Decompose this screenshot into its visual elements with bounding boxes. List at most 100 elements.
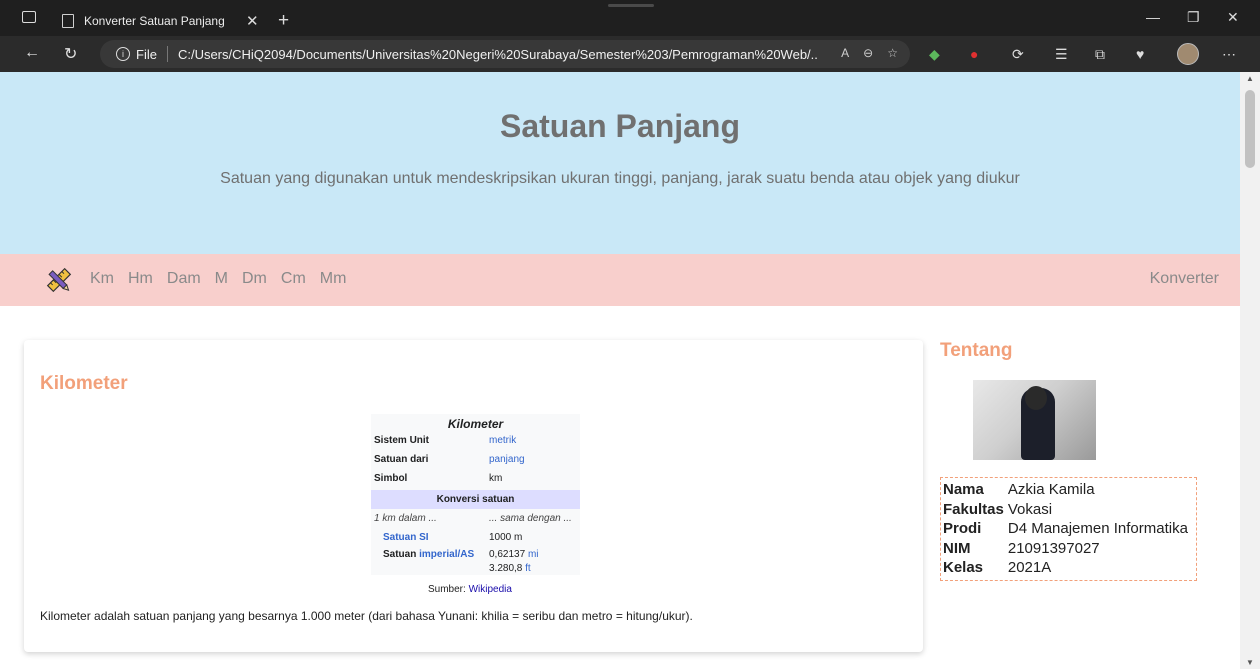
profile-avatar[interactable] — [1177, 43, 1199, 65]
favorite-icon[interactable]: ☆ — [887, 46, 898, 60]
minimize-icon[interactable]: — — [1146, 9, 1160, 25]
url-divider — [166, 46, 168, 62]
scroll-up-icon[interactable]: ▲ — [1246, 74, 1254, 83]
infobox-ft-number: 3.280,8 — [489, 562, 523, 574]
infobox-imperial-prefix: Satuan — [383, 548, 420, 560]
profile-value: Azkia Kamila — [1007, 481, 1095, 499]
profile-photo — [973, 380, 1096, 460]
profile-row: Kelas 2021A — [943, 558, 1192, 578]
profile-row: Prodi D4 Manajemen Informatika — [943, 519, 1192, 539]
profile-row: Fakultas Vokasi — [943, 500, 1192, 520]
nav-link-hm[interactable]: Hm — [128, 270, 153, 288]
page-icon — [62, 14, 74, 28]
infobox-italic-left: 1 km dalam ... — [374, 513, 437, 524]
profile-row: Nama Azkia Kamila — [943, 480, 1192, 500]
favorites-icon[interactable]: ☰ — [1055, 46, 1068, 63]
page-viewport: Satuan Panjang Satuan yang digunakan unt… — [0, 72, 1240, 669]
profile-key: Nama — [943, 481, 984, 499]
profile-table: Nama Azkia Kamila Fakultas Vokasi Prodi D4 … — [943, 480, 1192, 578]
infobox-row: Sistem Unit metrik — [371, 431, 580, 450]
sidebar-toggle-icon[interactable] — [22, 11, 36, 23]
infobox-mi-number: 0,62137 — [489, 548, 526, 560]
content-card: Kilometer Kilometer Sistem Unit metrik S… — [24, 340, 923, 652]
infobox-si-value: 1000 m — [489, 532, 523, 543]
profile-value: 2021A — [1007, 559, 1052, 577]
infobox-imperial-value-2: 3.280,8 ft — [489, 563, 531, 574]
infobox-value: km — [489, 473, 503, 484]
infobox-row-si: Satuan SI 1000 m — [371, 528, 580, 547]
photo-person-head — [1025, 386, 1047, 410]
nav-link-mm[interactable]: Mm — [320, 270, 347, 288]
browser-tab[interactable]: Konverter Satuan Panjang ✕ + — [50, 6, 289, 36]
infobox-row: Simbol km — [371, 469, 580, 488]
url-text[interactable]: C:/Users/CHiQ2094/Documents/Universitas%… — [178, 47, 818, 62]
profile-value: Vokasi — [1007, 500, 1053, 518]
profile-table-box: Nama Azkia Kamila Fakultas Vokasi Prodi D4 … — [940, 477, 1197, 581]
profile-key: Fakultas — [943, 500, 1004, 518]
page-title: Satuan Panjang — [499, 108, 741, 144]
infobox-row-imperial: Satuan imperial/AS 0,62137 mi — [371, 547, 580, 561]
infobox-link[interactable]: metrik — [489, 435, 516, 446]
infobox-mi-link[interactable]: mi — [528, 549, 539, 560]
refresh-icon[interactable]: ↻ — [64, 44, 77, 64]
page-subtitle: Satuan yang digunakan untuk mendeskripsi… — [220, 170, 1020, 187]
nav-link-cm[interactable]: Cm — [281, 270, 306, 288]
ublock-icon[interactable]: ● — [970, 46, 978, 62]
zoom-icon[interactable]: ⊖ — [863, 46, 873, 60]
infobox-imperial-link[interactable]: imperial/AS — [419, 549, 474, 560]
infobox-imperial-key: Satuan imperial/AS — [371, 549, 489, 560]
back-icon[interactable]: ← — [24, 44, 40, 62]
page-scrollbar[interactable]: ▲ ▼ — [1240, 72, 1260, 669]
extension-icon[interactable]: ◆ — [929, 46, 940, 63]
more-menu-icon[interactable]: ⋯ — [1222, 46, 1236, 63]
profile-value: D4 Manajemen Informatika — [1007, 520, 1188, 538]
close-tab-icon[interactable]: ✕ — [246, 12, 259, 30]
aside-title: Tentang — [940, 340, 1013, 361]
tab-title: Konverter Satuan Panjang — [84, 14, 225, 28]
source-caption: Sumber: Wikipedia — [428, 584, 512, 595]
infobox-key: Satuan dari — [374, 454, 429, 465]
health-icon[interactable]: ♥ — [1136, 46, 1144, 62]
infobox-ft-link[interactable]: ft — [525, 563, 531, 574]
source-label: Sumber: — [428, 584, 466, 595]
scrollbar-thumb[interactable] — [1245, 90, 1255, 168]
nav-link-dam[interactable]: Dam — [167, 270, 201, 288]
new-tab-icon[interactable]: + — [278, 10, 289, 32]
close-window-icon[interactable]: ✕ — [1227, 9, 1239, 26]
hero-header: Satuan Panjang Satuan yang digunakan unt… — [0, 72, 1240, 254]
scroll-down-icon[interactable]: ▼ — [1246, 658, 1254, 667]
infobox-title: Kilometer — [447, 417, 504, 431]
section-heading: Kilometer — [40, 373, 128, 394]
infobox-row: Satuan dari panjang — [371, 450, 580, 469]
nav-link-konverter[interactable]: Konverter — [1150, 270, 1219, 288]
browser-tab-bar: Konverter Satuan Panjang ✕ + — ❐ ✕ — [0, 0, 1260, 36]
infobox-italic-row: 1 km dalam ... ... sama dengan ... — [371, 509, 580, 528]
url-scheme: File — [136, 46, 157, 62]
infobox-key: Simbol — [374, 473, 408, 484]
main-nav: Km Hm Dam M Dm Cm Mm Konverter — [0, 254, 1240, 306]
collections-icon[interactable]: ⧉ — [1095, 46, 1105, 63]
url-field[interactable]: i File C:/Users/CHiQ2094/Documents/Unive… — [100, 40, 910, 68]
nav-link-m[interactable]: M — [215, 270, 228, 288]
nav-links: Km Hm Dam M Dm Cm Mm — [90, 270, 346, 288]
infobox-italic-right: ... sama dengan ... — [489, 513, 572, 524]
infobox-section-header: Konversi satuan — [371, 490, 580, 509]
profile-key: NIM — [943, 539, 971, 557]
source-link[interactable]: Wikipedia — [469, 584, 512, 595]
wikipedia-infobox: Kilometer Sistem Unit metrik Satuan dari… — [371, 414, 580, 575]
restore-icon[interactable]: ❐ — [1187, 9, 1200, 26]
profile-key: Kelas — [943, 559, 984, 577]
browser-address-bar: ← ↻ i File C:/Users/CHiQ2094/Documents/U… — [0, 36, 1260, 72]
profile-key: Prodi — [943, 520, 982, 538]
infobox-key: Sistem Unit — [374, 435, 430, 446]
infobox-si-link[interactable]: Satuan SI — [371, 532, 489, 543]
extensions-puzzle-icon[interactable]: ⟳ — [1012, 46, 1024, 63]
ruler-pencil-logo-icon[interactable] — [44, 266, 74, 294]
window-drag-handle[interactable] — [608, 4, 654, 7]
info-icon[interactable]: i — [116, 47, 130, 61]
nav-link-dm[interactable]: Dm — [242, 270, 267, 288]
read-aloud-icon[interactable]: A — [841, 46, 849, 60]
nav-link-km[interactable]: Km — [90, 270, 114, 288]
description-text: Kilometer adalah satuan panjang yang bes… — [40, 609, 693, 623]
infobox-link[interactable]: panjang — [489, 454, 525, 465]
